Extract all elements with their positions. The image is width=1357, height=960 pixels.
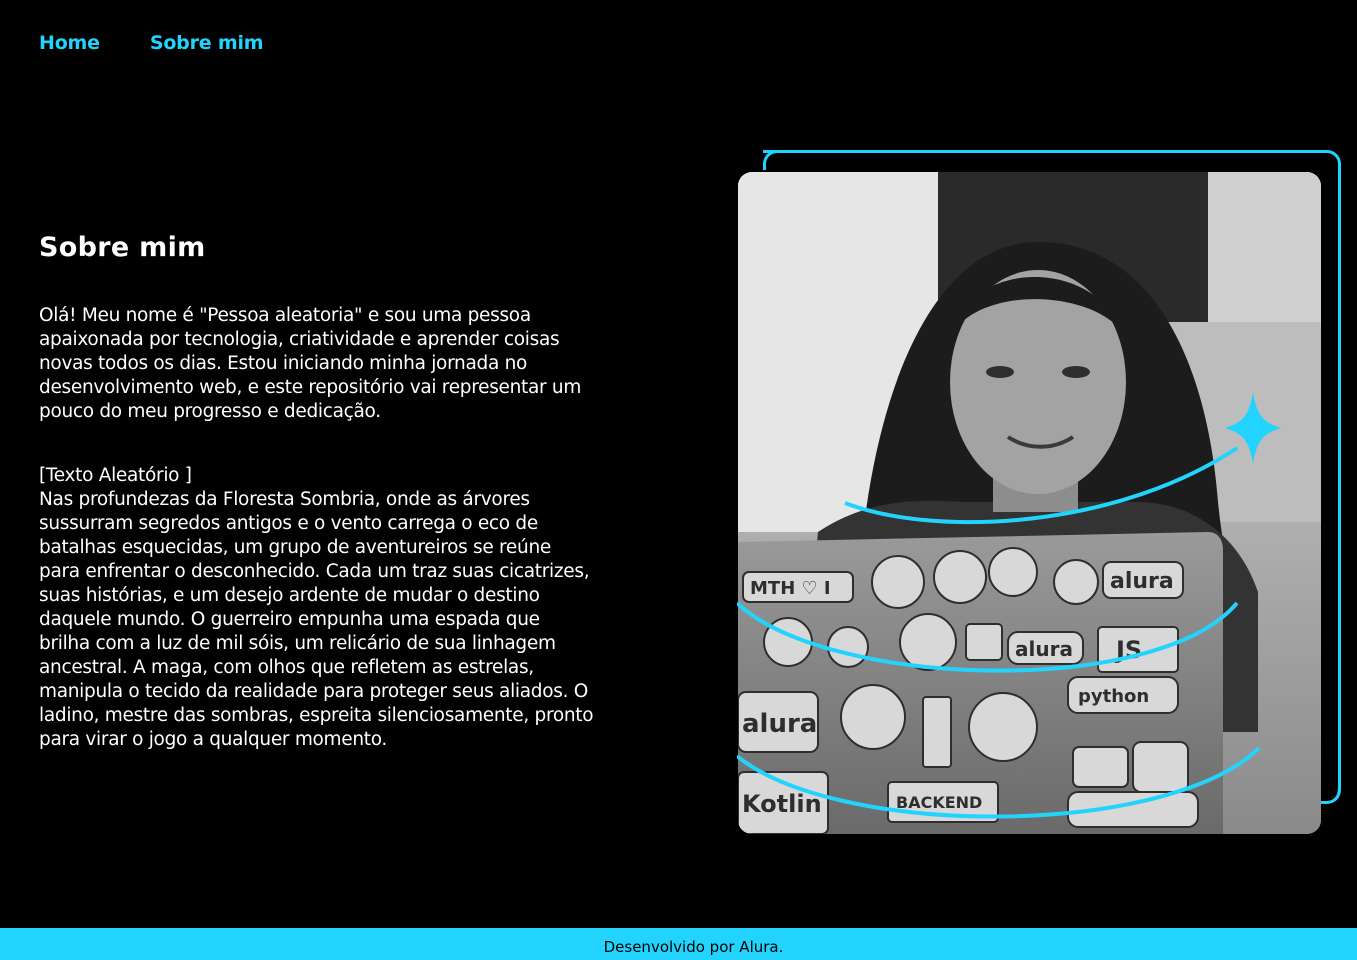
intro-line: novas todos os dias. Estou iniciando min…: [39, 353, 528, 374]
photo-frame-corner: [1321, 778, 1341, 804]
sticker-text: alura: [1015, 637, 1073, 661]
intro-line: Olá! Meu nome é "Pessoa aleatoria" e sou…: [39, 305, 531, 326]
story-line: batalhas esquecidas, um grupo de aventur…: [39, 537, 551, 558]
intro-line: apaixonada por tecnologia, criatividade …: [39, 329, 560, 350]
story-line: manipula o tecido da realidade para prot…: [39, 681, 589, 702]
sticker-text: python: [1078, 686, 1149, 707]
top-nav: Home Sobre mim: [39, 28, 264, 58]
sticker-text: MTH ♡ I: [750, 578, 831, 599]
sticker-text: JS: [1114, 636, 1142, 664]
sticker-text: BACKEND: [896, 793, 982, 812]
about-section: Sobre mim Olá! Meu nome é "Pessoa aleato…: [39, 230, 659, 752]
story-line: daquele mundo. O guerreiro empunha uma e…: [39, 609, 540, 630]
sticker-text: Kotlin: [742, 790, 822, 818]
story-line: Nas profundezas da Floresta Sombria, ond…: [39, 489, 530, 510]
story-line: para enfrentar o desconhecido. Cada um t…: [39, 561, 590, 582]
profile-image-container: MTH ♡ I alura alura JS python alura BACK…: [737, 148, 1345, 838]
portrait-photo-icon: MTH ♡ I alura alura JS python alura BACK…: [738, 172, 1321, 834]
story-paragraph: [Texto Aleatório ] Nas profundezas da Fl…: [39, 464, 659, 752]
page-title: Sobre mim: [39, 232, 206, 263]
page: Home Sobre mim Sobre mim Olá! Meu nome é…: [0, 0, 1357, 960]
intro-line: desenvolvimento web, e este repositório …: [39, 377, 582, 398]
sticker-text: alura: [1110, 569, 1174, 594]
intro-line: pouco do meu progresso e dedicação.: [39, 401, 381, 422]
story-line: ladino, mestre das sombras, espreita sil…: [39, 705, 594, 726]
nav-link-home[interactable]: Home: [39, 28, 100, 58]
story-line: suas histórias, e um desejo ardente de m…: [39, 585, 540, 606]
sticker-text: alura: [742, 709, 817, 739]
story-line: brilha com a luz de mil sóis, um relicár…: [39, 633, 556, 654]
story-line: ancestral. A maga, com olhos que reflete…: [39, 657, 534, 678]
footer-credit: Desenvolvido por Alura.: [603, 938, 784, 956]
nav-link-sobre-mim[interactable]: Sobre mim: [150, 28, 264, 58]
story-line: sussurram segredos antigos e o vento car…: [39, 513, 538, 534]
profile-photo: MTH ♡ I alura alura JS python alura BACK…: [738, 172, 1321, 834]
story-line: [Texto Aleatório ]: [39, 465, 192, 486]
footer: Desenvolvido por Alura.: [0, 928, 1357, 960]
story-line: para virar o jogo a qualquer momento.: [39, 729, 388, 750]
intro-paragraph: Olá! Meu nome é "Pessoa aleatoria" e sou…: [39, 304, 659, 424]
